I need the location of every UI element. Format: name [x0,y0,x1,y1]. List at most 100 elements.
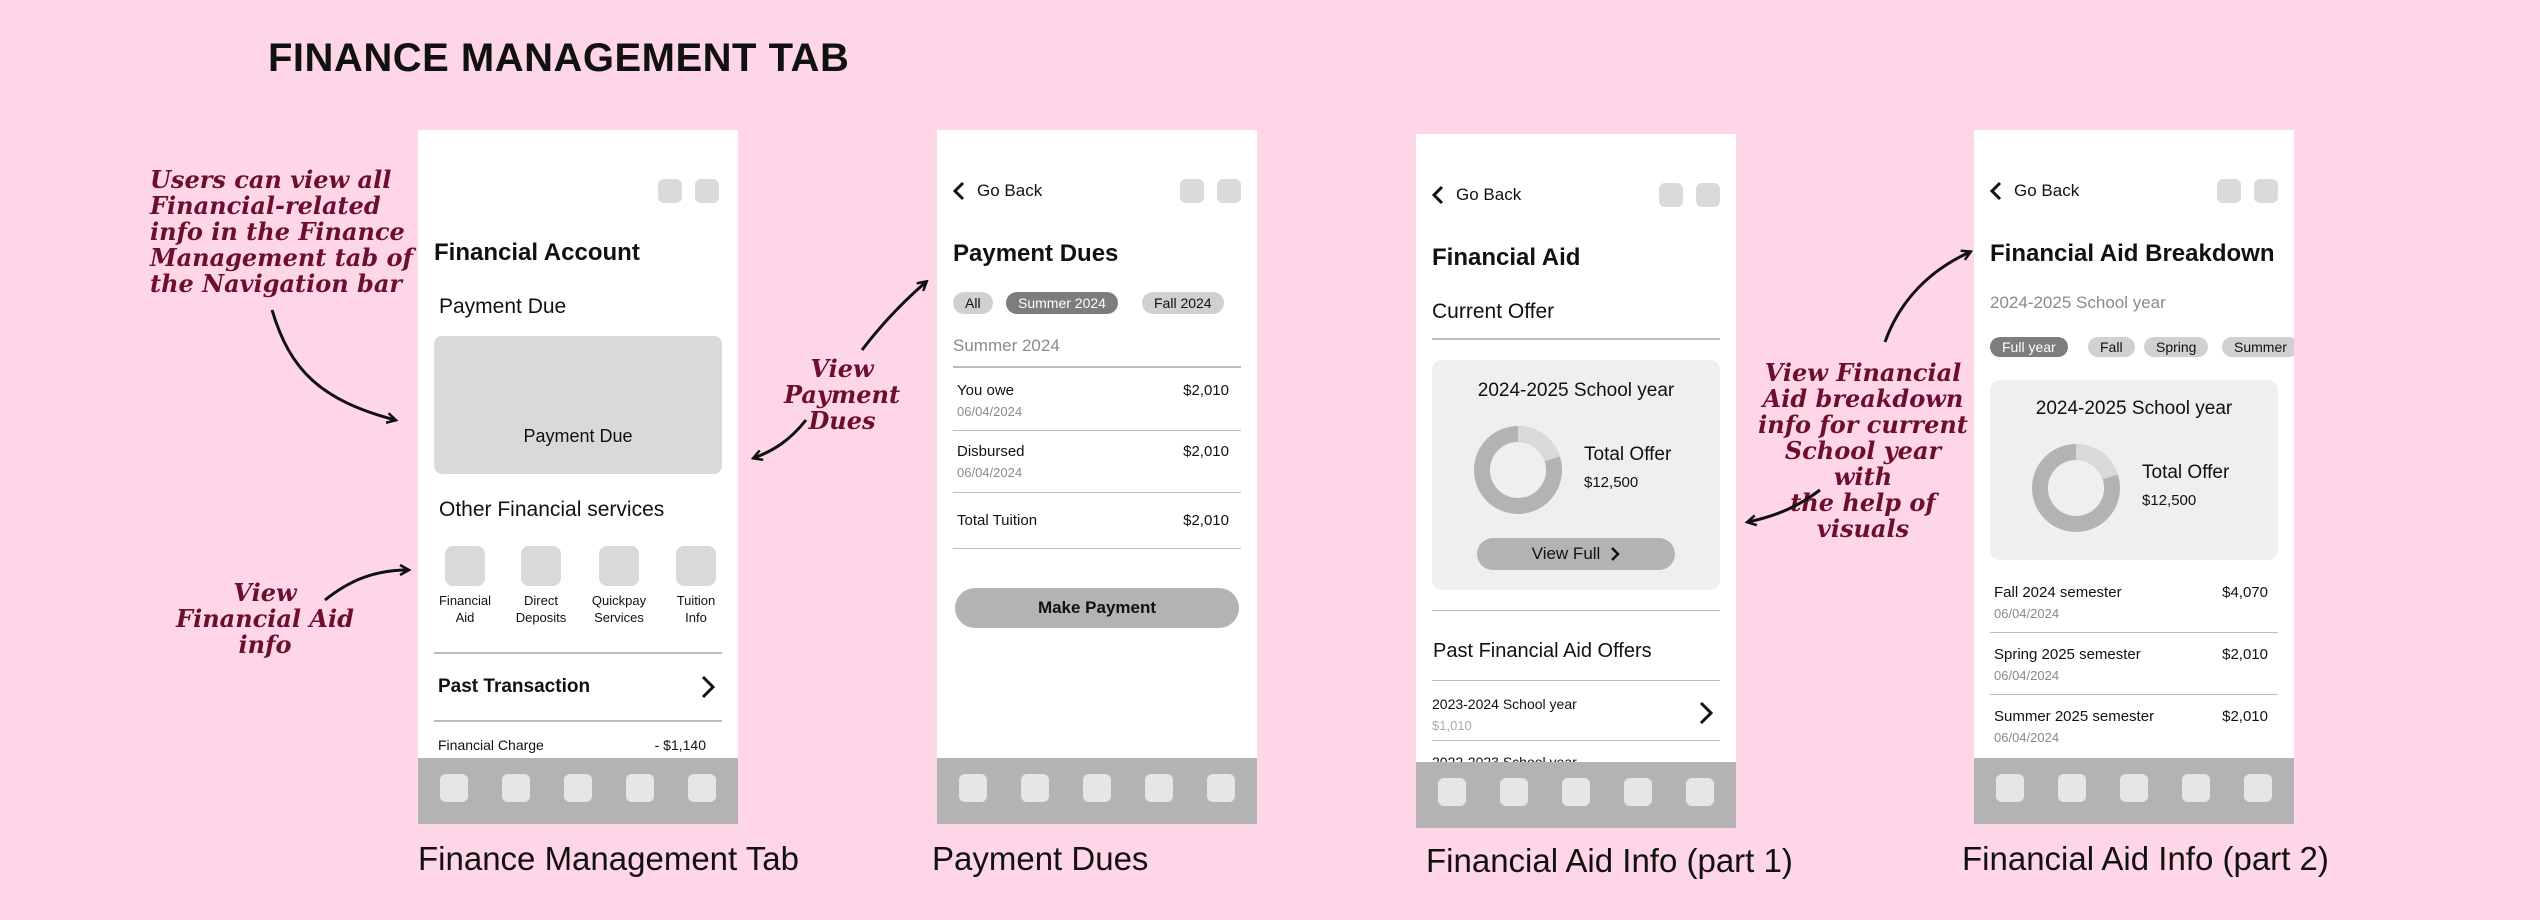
financial-aid-icon[interactable] [445,546,485,586]
chevron-right-icon [1611,547,1621,561]
nav-item-5-icon[interactable] [1207,774,1235,802]
divider [1432,680,1720,681]
past-transaction-row[interactable]: Past Transaction [438,672,722,704]
screen-financial-aid-part1: Go Back Financial Aid Current Offer 2024… [1416,134,1736,828]
service-direct-deposits[interactable]: Direct Deposits [501,592,581,626]
nav-home-icon[interactable] [1438,778,1466,806]
filter-chip-fall-2024[interactable]: Fall 2024 [1142,292,1224,314]
arrow-to-finance-tab [270,309,395,420]
row-amount: $4,070 [2222,584,2268,601]
filter-chip-spring[interactable]: Spring [2144,337,2209,357]
row-label-summer-2025: Summer 2025 semester [1994,708,2155,725]
chevron-left-icon [1431,185,1444,205]
nav-item-2-icon[interactable] [502,774,530,802]
nav-item-4-icon[interactable] [626,774,654,802]
row-label-you-owe: You owe [957,382,1014,399]
direct-deposits-icon[interactable] [521,546,561,586]
bottom-nav-bar [1416,762,1736,828]
divider [953,492,1241,493]
service-financial-aid[interactable]: Financial Aid [425,592,505,626]
filter-chip-full-year[interactable]: Full year [1990,337,2068,357]
notification-icon[interactable] [658,179,682,203]
row-amount: $2,010 [2222,646,2268,663]
filter-chip-fall[interactable]: Fall [2088,337,2135,357]
divider [953,430,1241,431]
notification-icon[interactable] [1659,183,1683,207]
caption-payment-dues: Payment Dues [932,840,1149,877]
past-offer-year: 2023-2024 School year [1432,696,1577,712]
note-left-bottom: View Financial Aid info [176,578,354,659]
nav-item-3-icon[interactable] [2120,774,2148,802]
past-offers-heading: Past Financial Aid Offers [1433,640,1652,662]
divider [434,652,722,654]
screen-payment-dues: Go Back Payment Dues All Summer 2024 Fal… [937,130,1257,824]
go-back-button[interactable]: Go Back [951,178,1042,204]
notification-icon[interactable] [1180,179,1204,203]
chevron-right-icon [1699,701,1714,725]
filter-chip-summer-2024[interactable]: Summer 2024 [1006,292,1118,314]
divider [434,720,722,722]
bottom-nav-bar [418,758,738,824]
row-date: 06/04/2024 [957,404,1023,419]
nav-item-2-icon[interactable] [2058,774,2086,802]
tuition-info-icon[interactable] [676,546,716,586]
bottom-nav-bar [1974,758,2294,824]
nav-home-icon[interactable] [440,774,468,802]
nav-item-5-icon[interactable] [688,774,716,802]
arrow-to-breakdown [1883,252,1970,343]
note-left-top: Users can view all Financial-related inf… [150,165,413,298]
divider [1432,610,1720,611]
school-year-subtitle: 2024-2025 School year [1990,293,2166,312]
go-back-button[interactable]: Go Back [1430,182,1521,208]
nav-item-4-icon[interactable] [2182,774,2210,802]
row-label-fall-2024: Fall 2024 semester [1994,584,2122,601]
row-amount: $2,010 [1183,443,1229,460]
total-offer-label: Total Offer [2142,462,2230,483]
screen-finance-management-tab: Financial Account Payment Due Payment Du… [418,130,738,824]
chevron-right-icon [701,675,716,699]
view-full-button[interactable]: View Full [1477,538,1675,570]
payment-due-heading: Payment Due [439,295,567,318]
filter-chip-all[interactable]: All [953,292,993,314]
service-quickpay[interactable]: Quickpay Services [579,592,659,626]
chevron-left-icon [952,181,965,201]
profile-icon[interactable] [2254,179,2278,203]
profile-icon[interactable] [695,179,719,203]
page-title: FINANCE MANAGEMENT TAB [268,36,850,80]
service-tuition-info[interactable]: Tuition Info [656,592,736,626]
nav-item-4-icon[interactable] [1145,774,1173,802]
nav-item-2-icon[interactable] [1500,778,1528,806]
nav-item-5-icon[interactable] [1686,778,1714,806]
donut-chart [1474,426,1562,514]
past-offer-amount: $1,010 [1432,718,1472,733]
section-label: Summer 2024 [953,336,1060,355]
nav-home-icon[interactable] [1996,774,2024,802]
quickpay-icon[interactable] [599,546,639,586]
screen-title: Financial Account [434,239,640,266]
filter-chip-summer[interactable]: Summer [2222,337,2294,357]
divider [953,548,1241,549]
notification-icon[interactable] [2217,179,2241,203]
caption-financial-aid-part1: Financial Aid Info (part 1) [1426,842,1793,879]
nav-item-3-icon[interactable] [1083,774,1111,802]
financial-charge-amount: - $1,140 [654,737,706,753]
row-label-spring-2025: Spring 2025 semester [1994,646,2141,663]
past-transaction-label: Past Transaction [438,676,591,697]
nav-home-icon[interactable] [959,774,987,802]
profile-icon[interactable] [1696,183,1720,207]
nav-item-5-icon[interactable] [2244,774,2272,802]
nav-item-3-icon[interactable] [1562,778,1590,806]
past-offer-row[interactable]: 2023-2024 School year $1,010 [1432,686,1720,742]
donut-chart [2032,444,2120,532]
divider [1990,632,2278,633]
nav-item-4-icon[interactable] [1624,778,1652,806]
nav-item-2-icon[interactable] [1021,774,1049,802]
profile-icon[interactable] [1217,179,1241,203]
nav-item-3-icon[interactable] [564,774,592,802]
divider [953,366,1241,368]
make-payment-button[interactable]: Make Payment [955,588,1239,628]
divider [1432,740,1720,741]
payment-due-card[interactable]: Payment Due [434,336,722,474]
go-back-button[interactable]: Go Back [1988,178,2079,204]
row-amount: $2,010 [1183,512,1229,529]
